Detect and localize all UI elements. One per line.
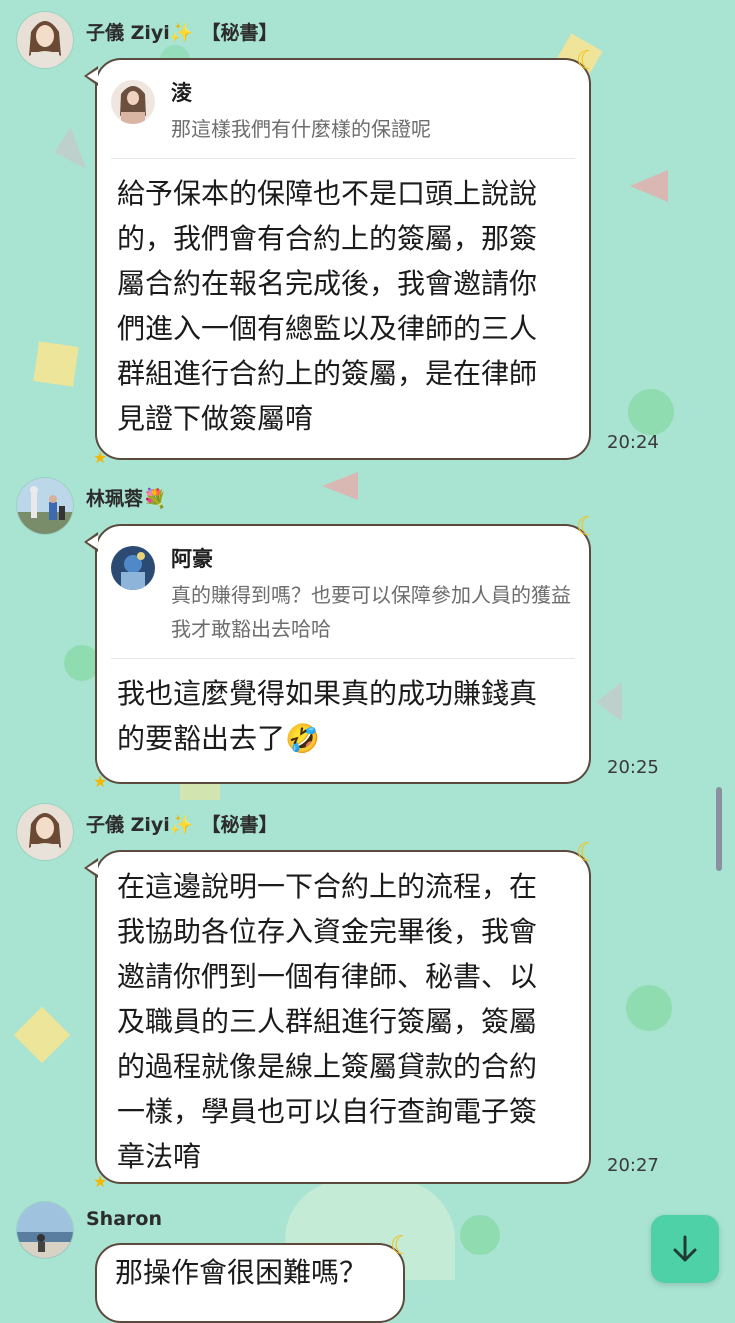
message-bubble[interactable]: ☾ ★ 阿豪 真的賺得到嗎？也要可以保障參加人員的獲益我才敢豁出去哈哈 我也這麼… <box>84 514 599 790</box>
bg-circle <box>628 389 674 435</box>
arrow-down-icon <box>673 1235 697 1262</box>
message-text: 在這邊說明一下合約上的流程，在我協助各位存入資金完畢後，我會邀請你們到一個有律師… <box>117 870 538 1173</box>
moon-icon: ☾ <box>575 512 599 542</box>
reply-sender-name: 淩 <box>171 81 192 105</box>
avatar[interactable] <box>17 12 73 68</box>
reply-avatar <box>111 80 155 124</box>
reply-text: 那這樣我們有什麼樣的保證呢 <box>171 117 431 141</box>
reply-avatar <box>111 546 155 590</box>
message-time: 20:27 <box>607 1155 659 1176</box>
reply-quote[interactable]: 淩 那這樣我們有什麼樣的保證呢 <box>111 78 575 159</box>
message-bubble[interactable]: ☾ ★ 淩 那這樣我們有什麼樣的保證呢 給予保本的保障也不是口頭上說說的，我們會… <box>84 48 599 466</box>
bg-square <box>33 341 79 387</box>
sender-name: Sharon <box>86 1208 162 1230</box>
bg-triangle <box>48 127 86 177</box>
avatar[interactable] <box>17 1202 73 1258</box>
reply-quote[interactable]: 阿豪 真的賺得到嗎？也要可以保障參加人員的獲益我才敢豁出去哈哈 <box>111 544 575 659</box>
message-text: 那操作會很困難嗎？ <box>115 1256 368 1289</box>
message-bubble[interactable]: ☾ ★ 在這邊說明一下合約上的流程，在我協助各位存入資金完畢後，我會邀請你們到一… <box>84 840 599 1190</box>
moon-icon: ☾ <box>389 1231 413 1261</box>
reply-sender-name: 阿豪 <box>171 547 213 571</box>
bg-triangle <box>596 682 622 722</box>
moon-icon: ☾ <box>575 46 599 76</box>
message-time: 20:25 <box>607 757 659 778</box>
moon-icon: ☾ <box>575 838 599 868</box>
sender-name: 子儀 Ziyi✨ 【秘書】 <box>86 22 278 44</box>
star-icon: ★ <box>93 448 108 467</box>
rofl-emoji: 🤣 <box>285 722 320 755</box>
bg-circle <box>626 985 672 1031</box>
sender-name: 子儀 Ziyi✨ 【秘書】 <box>86 814 278 836</box>
avatar[interactable] <box>17 804 73 860</box>
bg-square <box>13 1006 71 1064</box>
avatar[interactable] <box>17 478 73 534</box>
reply-text: 真的賺得到嗎？也要可以保障參加人員的獲益我才敢豁出去哈哈 <box>171 583 571 641</box>
message-time: 20:24 <box>607 432 659 453</box>
star-icon: ★ <box>93 772 108 791</box>
scroll-to-bottom-button[interactable] <box>651 1215 719 1283</box>
star-icon: ★ <box>93 1172 108 1191</box>
message-text: 給予保本的保障也不是口頭上說說的，我們會有合約上的簽屬，那簽屬合約在報名完成後，… <box>117 177 538 435</box>
scrollbar[interactable] <box>716 787 722 871</box>
message-bubble[interactable]: ☾ 那操作會很困難嗎？ <box>95 1233 413 1323</box>
bg-triangle <box>630 170 668 202</box>
sender-name: 林珮蓉💐 <box>86 488 167 510</box>
message-text: 我也這麼覺得如果真的成功賺錢真的要豁出去了🤣 <box>117 677 538 755</box>
